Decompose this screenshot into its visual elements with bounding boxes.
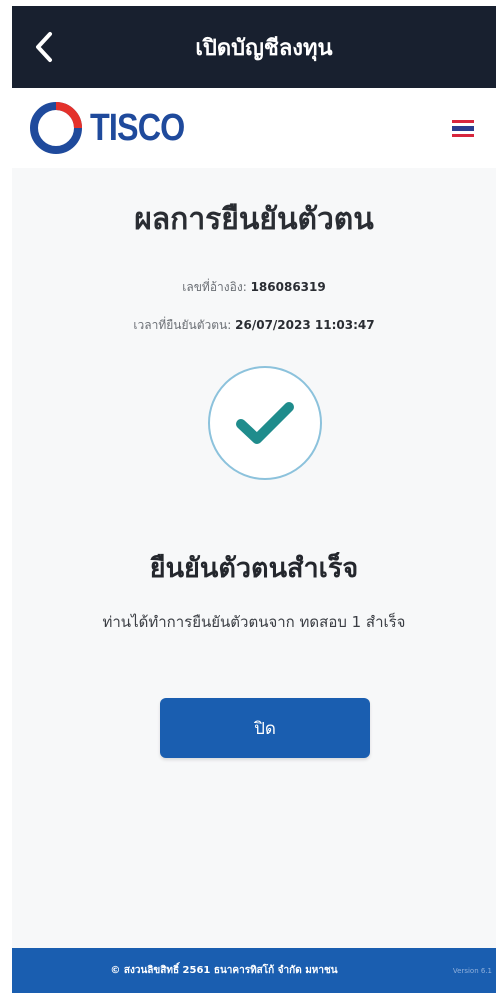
reference-label: เลขที่อ้างอิง:	[182, 280, 247, 294]
success-description: ท่านได้ทำการยืนยันตัวตนจาก ทดสอบ 1 สำเร็…	[102, 613, 406, 631]
check-circle-icon	[208, 366, 322, 480]
reference-number: เลขที่อ้างอิง: 186086319	[12, 278, 496, 297]
thai-flag-icon[interactable]	[452, 120, 474, 137]
success-title: ยืนยันตัวตนสำเร็จ	[149, 553, 359, 584]
verification-result-panel: ผลการยืนยันตัวตน เลขที่อ้างอิง: 18608631…	[12, 168, 496, 948]
time-label: เวลาที่ยืนยันตัวตน:	[133, 318, 232, 332]
copyright-text: © สงวนลิขสิทธิ์ 2561 ธนาคารทิสโก้ จำกัด …	[110, 965, 338, 976]
reference-value: 186086319	[250, 280, 326, 294]
time-value: 26/07/2023 11:03:47	[235, 318, 375, 332]
tisco-ring-icon	[30, 102, 82, 154]
close-button[interactable]: ปิด	[160, 698, 370, 758]
checkmark-icon	[236, 402, 294, 444]
screen: เปิดบัญชีลงทุน TISCO ผลการยืนยันตัวตน เล…	[0, 0, 496, 993]
back-button[interactable]	[26, 26, 62, 68]
tisco-logo: TISCO	[30, 102, 201, 154]
version-text: Version 6.1	[452, 966, 492, 975]
chevron-left-icon	[36, 32, 52, 62]
result-title: ผลการยืนยันตัวตน	[134, 202, 374, 237]
top-app-bar: เปิดบัญชีลงทุน	[12, 6, 496, 88]
verification-time: เวลาที่ยืนยันตัวตน: 26/07/2023 11:03:47	[12, 316, 496, 335]
page-title: เปิดบัญชีลงทุน	[195, 35, 333, 61]
footer: © สงวนลิขสิทธิ์ 2561 ธนาคารทิสโก้ จำกัด …	[12, 948, 496, 993]
logo-text: TISCO	[90, 106, 185, 149]
brand-bar: TISCO	[12, 88, 496, 168]
